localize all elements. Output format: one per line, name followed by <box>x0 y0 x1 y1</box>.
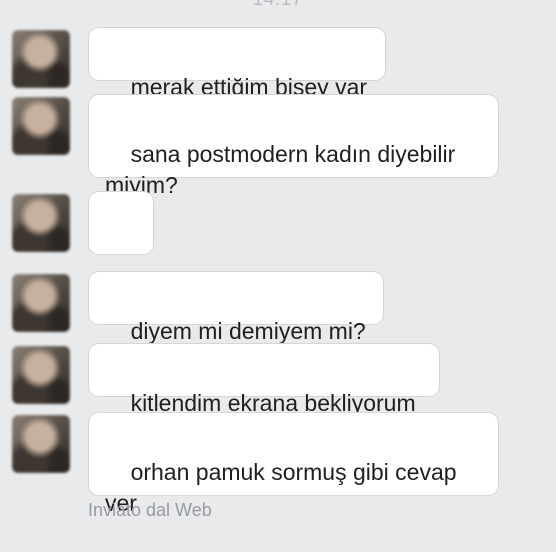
sent-via-label: Inviato dal Web <box>88 500 212 520</box>
avatar[interactable] <box>12 274 70 332</box>
avatar[interactable] <box>12 194 70 252</box>
message-bubble: sana postmodern kadın diyebilir miyim? <box>88 94 499 198</box>
avatar[interactable] <box>12 97 70 155</box>
message-text: diyem mi demiyem mi? <box>130 318 366 344</box>
message-bubble: kitlendim ekrana bekliyorum <box>88 343 440 416</box>
message-bubble: diyem mi demiyem mi? <box>88 271 384 344</box>
message-text: sana postmodern kadın diyebilir miyim? <box>105 141 462 198</box>
avatar[interactable] <box>12 346 70 404</box>
message-bubble <box>88 191 154 298</box>
avatar[interactable] <box>12 415 70 473</box>
message-bubble: merak ettiğim bişey var <box>88 27 386 100</box>
message-bubble: orhan pamuk sormuş gibi cevap ver <box>88 412 499 516</box>
avatar[interactable] <box>12 30 70 88</box>
timestamp: 14:17 <box>0 0 556 10</box>
